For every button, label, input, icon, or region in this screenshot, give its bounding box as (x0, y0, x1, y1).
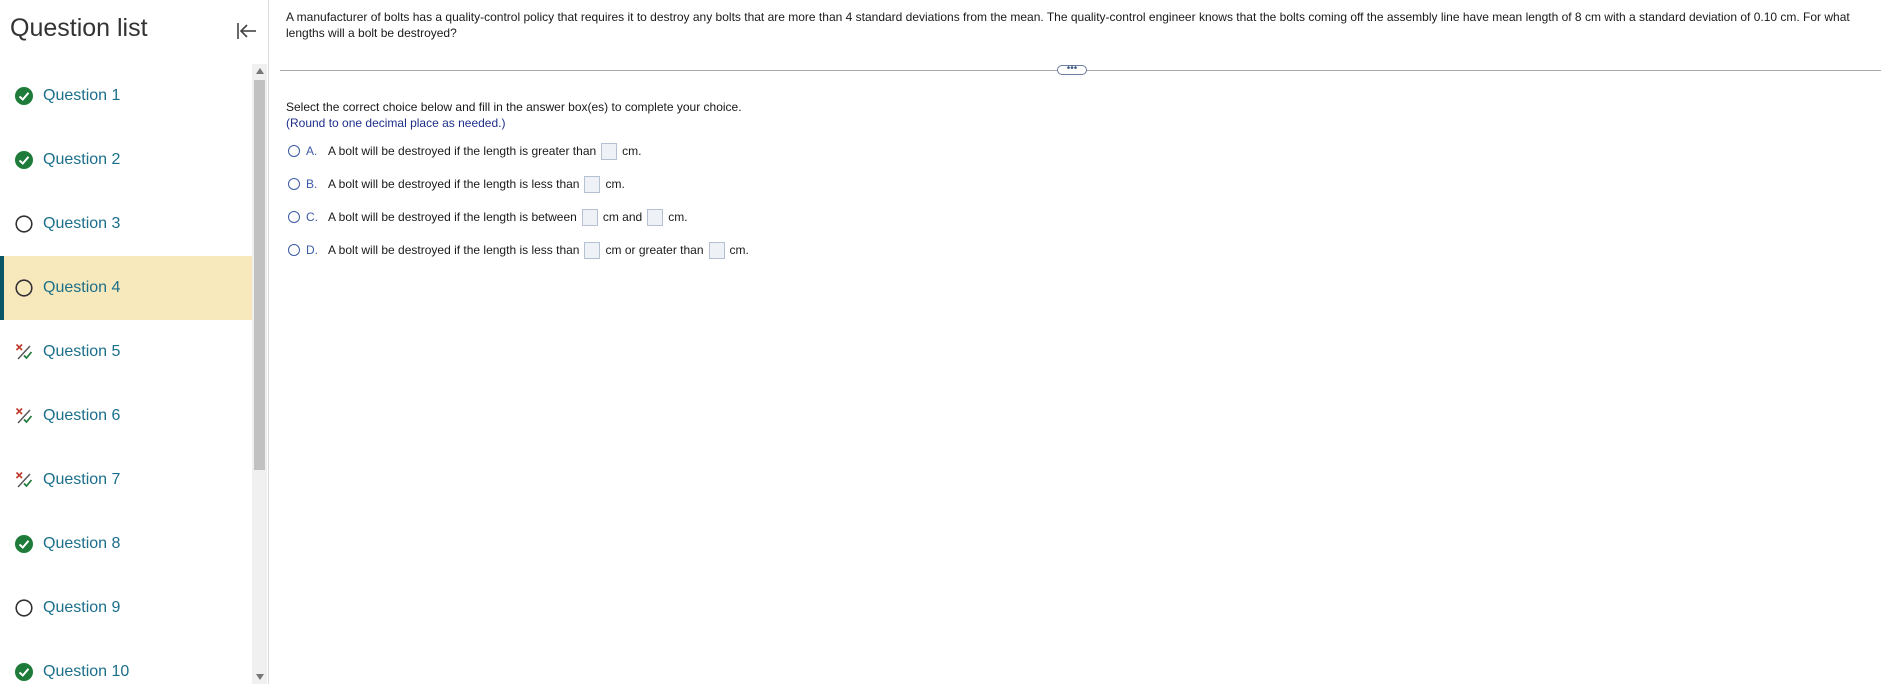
sidebar-title: Question list (10, 14, 148, 42)
question-item-5[interactable]: Question 5 (0, 320, 252, 384)
question-item-4[interactable]: Question 4 (0, 256, 252, 320)
choice-unit: cm. (605, 177, 625, 191)
question-panel: A manufacturer of bolts has a quality-co… (270, 0, 1881, 684)
answer-box[interactable] (708, 241, 725, 259)
question-label: Question 7 (43, 471, 121, 488)
radio-button-c[interactable] (288, 211, 300, 223)
question-item-10[interactable]: Question 10 (0, 640, 252, 684)
question-item-1[interactable]: Question 1 (0, 64, 252, 128)
question-list: Question 1 Question 2 Question 3 Questio… (0, 64, 252, 684)
choice-unit: cm. (622, 144, 642, 158)
choice-text: A bolt will be destroyed if the length i… (328, 177, 580, 191)
partial-credit-icon (14, 342, 34, 362)
check-circle-icon (14, 534, 34, 554)
choice-unit: cm. (668, 210, 688, 224)
empty-circle-icon (14, 278, 34, 298)
answer-box[interactable] (647, 208, 664, 226)
question-label: Question 4 (43, 279, 121, 296)
choice-letter: A. (306, 144, 318, 158)
question-item-8[interactable]: Question 8 (0, 512, 252, 576)
triangle-up-icon (255, 68, 264, 74)
radio-button-d[interactable] (288, 244, 300, 256)
choice-text: A bolt will be destroyed if the length i… (328, 243, 580, 257)
empty-circle-icon (14, 214, 34, 234)
check-circle-icon (14, 86, 34, 106)
triangle-down-icon (255, 674, 264, 680)
radio-button-a[interactable] (288, 145, 300, 157)
question-label: Question 9 (43, 599, 121, 616)
ellipsis-icon: ••• (1066, 62, 1078, 74)
choice-a: A. A bolt will be destroyed if the lengt… (286, 141, 642, 161)
rounding-note: (Round to one decimal place as needed.) (286, 116, 506, 130)
collapse-left-icon (237, 23, 256, 39)
choice-letter: C. (306, 210, 318, 224)
question-item-9[interactable]: Question 9 (0, 576, 252, 640)
answer-box[interactable] (581, 208, 598, 226)
choice-unit: cm. (729, 243, 749, 257)
question-item-6[interactable]: Question 6 (0, 384, 252, 448)
question-label: Question 10 (43, 663, 130, 680)
choice-text: A bolt will be destroyed if the length i… (328, 210, 577, 224)
question-item-3[interactable]: Question 3 (0, 192, 252, 256)
choice-text: A bolt will be destroyed if the length i… (328, 144, 597, 158)
partial-credit-icon (14, 470, 34, 490)
radio-button-b[interactable] (288, 178, 300, 190)
partial-credit-icon (14, 406, 34, 426)
sidebar-scrollbar[interactable] (252, 64, 267, 684)
check-circle-icon (14, 150, 34, 170)
question-label: Question 2 (43, 151, 121, 168)
expand-handle-button[interactable]: ••• (1057, 62, 1087, 75)
scrollbar-thumb[interactable] (254, 80, 265, 470)
choice-b: B. A bolt will be destroyed if the lengt… (286, 174, 625, 194)
collapse-sidebar-button[interactable] (232, 16, 262, 46)
question-list-sidebar: Question list Question 1 Question 2 Ques… (0, 0, 269, 684)
question-item-7[interactable]: Question 7 (0, 448, 252, 512)
check-circle-icon (14, 662, 34, 682)
scroll-down-arrow[interactable] (252, 670, 267, 684)
answer-box[interactable] (601, 142, 618, 160)
scroll-up-arrow[interactable] (252, 64, 267, 78)
answer-box[interactable] (584, 241, 601, 259)
empty-circle-icon (14, 598, 34, 618)
question-item-2[interactable]: Question 2 (0, 128, 252, 192)
choice-d: D. A bolt will be destroyed if the lengt… (286, 240, 749, 260)
question-text: A manufacturer of bolts has a quality-co… (286, 10, 1850, 40)
choice-c: C. A bolt will be destroyed if the lengt… (286, 207, 688, 227)
answer-box[interactable] (584, 175, 601, 193)
choice-letter: B. (306, 177, 318, 191)
choice-mid-text: cm and (602, 210, 643, 224)
question-label: Question 5 (43, 343, 121, 360)
question-label: Question 1 (43, 87, 121, 104)
instruction-text: Select the correct choice below and fill… (286, 100, 742, 114)
choice-mid-text: cm or greater than (605, 243, 704, 257)
question-label: Question 6 (43, 407, 121, 424)
choice-letter: D. (306, 243, 318, 257)
question-label: Question 8 (43, 535, 121, 552)
question-label: Question 3 (43, 215, 121, 232)
